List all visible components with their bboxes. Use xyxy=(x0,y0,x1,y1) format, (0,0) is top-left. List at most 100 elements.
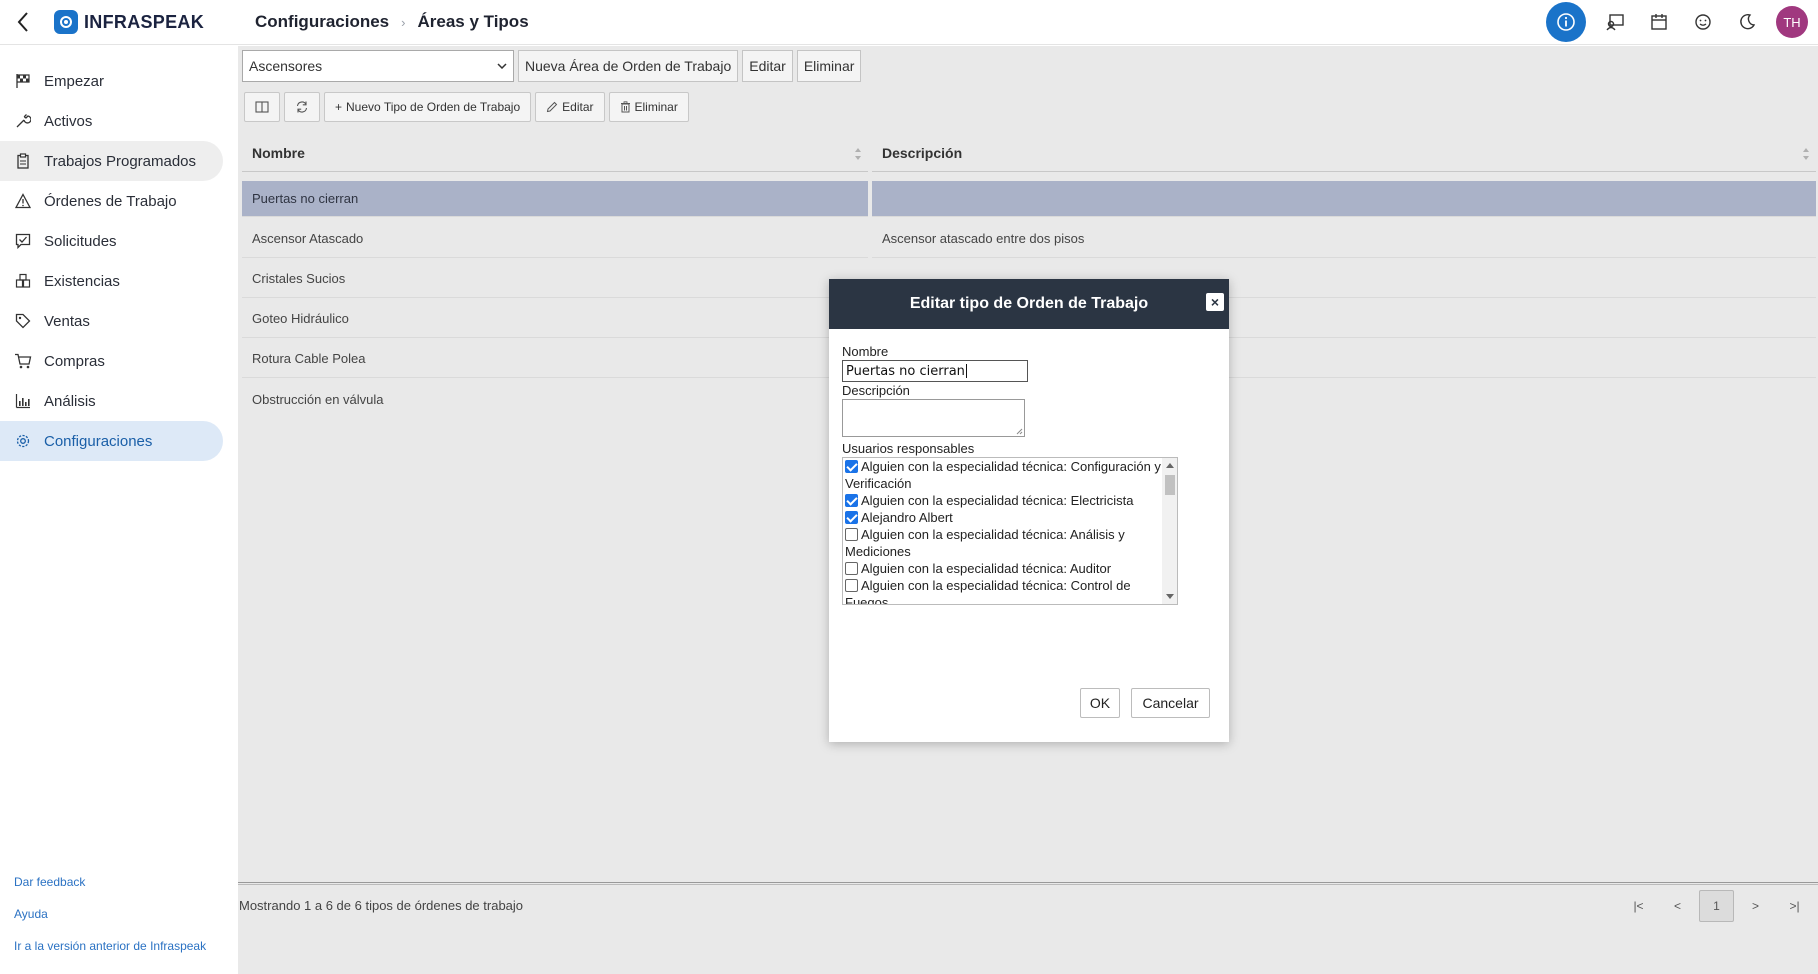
sidebar-item-ordenes-de-trabajo[interactable]: Órdenes de Trabajo xyxy=(0,181,223,221)
resize-handle-icon[interactable] xyxy=(1016,428,1023,435)
checkbox-unchecked[interactable] xyxy=(845,562,858,575)
sidebar-item-compras[interactable]: Compras xyxy=(0,341,223,381)
dialog-header: Editar tipo de Orden de Trabajo × xyxy=(829,279,1229,329)
wrench-icon xyxy=(14,112,32,130)
sidebar-item-configuraciones[interactable]: Configuraciones xyxy=(0,421,223,461)
user-option[interactable]: Alguien con la especialidad técnica: Aná… xyxy=(845,526,1163,560)
name-input-value: Puertas no cierran xyxy=(846,363,965,379)
cancel-button[interactable]: Cancelar xyxy=(1131,688,1210,718)
avatar[interactable]: TH xyxy=(1776,6,1808,38)
table-row[interactable]: Cristales Sucios xyxy=(242,260,868,298)
scroll-down-icon[interactable] xyxy=(1166,594,1174,599)
feedback-link[interactable]: Dar feedback xyxy=(14,875,85,889)
columns-icon xyxy=(255,101,269,113)
breadcrumb-parent[interactable]: Configuraciones xyxy=(255,12,389,32)
delete-type-button[interactable]: Eliminar xyxy=(608,92,689,122)
user-option[interactable]: Alguien con la especialidad técnica: Aud… xyxy=(845,560,1163,577)
user-screen-icon xyxy=(1606,14,1624,31)
edit-type-dialog: Editar tipo de Orden de Trabajo × Nombre… xyxy=(829,279,1229,742)
table-row[interactable]: Puertas no cierran xyxy=(242,181,868,217)
ok-button[interactable]: OK xyxy=(1080,688,1120,718)
back-arrow-icon[interactable] xyxy=(12,10,36,34)
area-toolbar: Ascensores Nueva Área de Orden de Trabaj… xyxy=(242,50,862,82)
scroll-up-icon[interactable] xyxy=(1166,463,1174,468)
sidebar-item-analisis[interactable]: Análisis xyxy=(0,381,223,421)
close-icon[interactable]: × xyxy=(1206,293,1224,311)
table-row[interactable]: Obstrucción en válvula xyxy=(242,380,868,418)
sidebar-item-label: Trabajos Programados xyxy=(44,152,197,170)
table-cell-description[interactable] xyxy=(872,181,1816,217)
app-logo-text: INFRASPEAK xyxy=(84,11,205,32)
name-label: Nombre xyxy=(842,344,889,359)
next-page-button[interactable]: > xyxy=(1738,890,1773,922)
help-link[interactable]: Ayuda xyxy=(14,907,48,921)
user-option-label: Alguien con la especialidad técnica: Aud… xyxy=(861,561,1112,576)
checkbox-checked[interactable] xyxy=(845,494,858,507)
column-header-descripcion[interactable]: Descripción xyxy=(872,134,1816,172)
calendar-button[interactable] xyxy=(1644,7,1674,37)
cart-icon xyxy=(14,352,32,370)
new-area-button[interactable]: Nueva Área de Orden de Trabajo xyxy=(518,50,739,82)
area-select[interactable]: Ascensores xyxy=(242,50,514,82)
sidebar-item-existencias[interactable]: Existencias xyxy=(0,261,223,301)
checkbox-checked[interactable] xyxy=(845,511,858,524)
sidebar-item-ventas[interactable]: Ventas xyxy=(0,301,223,341)
name-input[interactable]: Puertas no cierran xyxy=(842,360,1028,382)
user-option-label: Alguien con la especialidad técnica: Con… xyxy=(845,578,1131,605)
dialog-title: Editar tipo de Orden de Trabajo xyxy=(909,295,1149,312)
user-option[interactable]: Alejandro Albert xyxy=(845,509,1163,526)
message-check-icon xyxy=(14,232,32,250)
tag-icon xyxy=(14,312,32,330)
new-type-label: Nuevo Tipo de Orden de Trabajo xyxy=(346,100,521,114)
user-option-label: Alguien con la especialidad técnica: Ele… xyxy=(861,493,1134,508)
info-icon xyxy=(1557,13,1575,31)
sidebar-item-trabajos-programados[interactable]: Trabajos Programados xyxy=(0,141,223,181)
breadcrumb: Configuraciones › Áreas y Tipos xyxy=(255,12,529,32)
requests-button[interactable] xyxy=(1600,7,1630,37)
table-row[interactable]: Rotura Cable Polea xyxy=(242,340,868,378)
sidebar-item-label: Empezar xyxy=(44,72,105,90)
column-header-nombre[interactable]: Nombre xyxy=(242,134,868,172)
new-type-button[interactable]: + Nuevo Tipo de Orden de Trabajo xyxy=(324,92,532,122)
checkbox-checked[interactable] xyxy=(845,460,858,473)
user-option[interactable]: Alguien con la especialidad técnica: Con… xyxy=(845,458,1163,492)
footer-divider xyxy=(238,882,1818,885)
delete-type-label: Eliminar xyxy=(634,100,678,114)
sidebar-item-label: Ventas xyxy=(44,312,90,330)
sidebar-item-empezar[interactable]: Empezar xyxy=(0,61,223,101)
smiley-icon xyxy=(1695,14,1711,30)
last-page-button[interactable]: >| xyxy=(1777,890,1812,922)
chevron-down-icon xyxy=(497,63,507,69)
legacy-version-link[interactable]: Ir a la versión anterior de Infraspeak xyxy=(14,939,206,953)
sidebar-item-solicitudes[interactable]: Solicitudes xyxy=(0,221,223,261)
infraspeak-logo-icon xyxy=(54,10,78,34)
app-logo[interactable]: INFRASPEAK xyxy=(54,10,204,34)
table-row[interactable]: Goteo Hidráulico xyxy=(242,300,868,338)
sidebar-item-label: Activos xyxy=(44,112,93,130)
checkbox-unchecked[interactable] xyxy=(845,579,858,592)
delete-area-button[interactable]: Eliminar xyxy=(796,50,862,82)
description-textarea[interactable] xyxy=(842,399,1025,437)
page-title: Áreas y Tipos xyxy=(417,12,529,31)
edit-area-button[interactable]: Editar xyxy=(742,50,793,82)
info-button[interactable] xyxy=(1546,2,1586,42)
sidebar-item-activos[interactable]: Activos xyxy=(0,101,223,141)
first-page-button[interactable]: |< xyxy=(1621,890,1656,922)
feedback-button[interactable] xyxy=(1688,7,1718,37)
table-row[interactable]: Ascensor Atascado xyxy=(242,220,868,258)
user-option[interactable]: Alguien con la especialidad técnica: Ele… xyxy=(845,492,1163,509)
responsible-users-list[interactable]: Alguien con la especialidad técnica: Con… xyxy=(842,457,1178,605)
sidebar-item-label: Análisis xyxy=(44,392,96,410)
list-scrollbar[interactable] xyxy=(1162,458,1177,604)
current-page-button[interactable]: 1 xyxy=(1699,890,1734,922)
prev-page-button[interactable]: < xyxy=(1660,890,1695,922)
refresh-button[interactable] xyxy=(284,92,320,122)
columns-button[interactable] xyxy=(244,92,280,122)
table-cell-description[interactable]: Ascensor atascado entre dos pisos xyxy=(872,220,1816,258)
edit-type-button[interactable]: Editar xyxy=(535,92,605,122)
clipboard-icon xyxy=(14,152,32,170)
user-option[interactable]: Alguien con la especialidad técnica: Con… xyxy=(845,577,1163,605)
checkbox-unchecked[interactable] xyxy=(845,528,858,541)
dark-mode-button[interactable] xyxy=(1732,7,1762,37)
scrollbar-thumb[interactable] xyxy=(1165,475,1175,495)
